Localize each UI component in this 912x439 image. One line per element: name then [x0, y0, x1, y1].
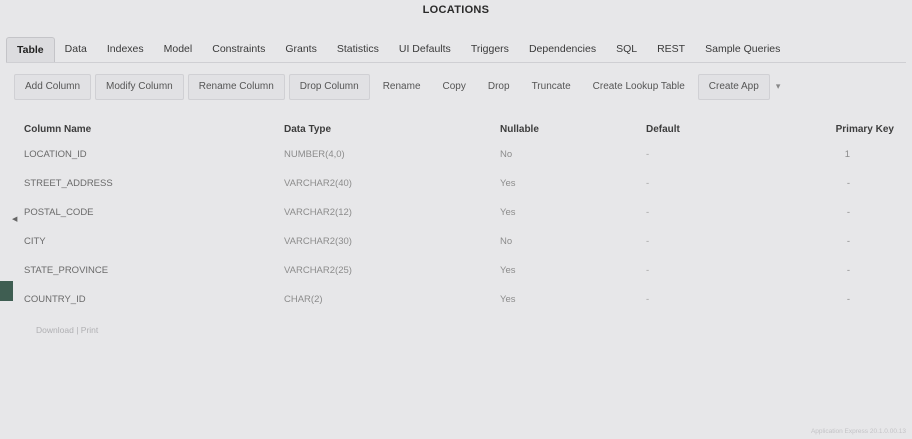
- side-marker: [0, 281, 13, 301]
- table-toolbar: Add Column Modify Column Rename Column D…: [14, 74, 780, 100]
- add-column-button[interactable]: Add Column: [14, 74, 92, 100]
- table-row[interactable]: CITY VARCHAR2(30) No - -: [18, 227, 900, 256]
- nullable-cell: No: [500, 236, 513, 247]
- primary-key-cell: -: [846, 178, 850, 189]
- copy-button[interactable]: Copy: [434, 74, 475, 100]
- modify-column-button[interactable]: Modify Column: [95, 74, 184, 100]
- default-cell: -: [646, 236, 650, 247]
- footer-links: Download | Print: [36, 325, 98, 335]
- tab-dependencies[interactable]: Dependencies: [519, 37, 606, 61]
- print-link[interactable]: Print: [81, 325, 98, 335]
- primary-key-header[interactable]: Primary Key: [780, 118, 900, 140]
- column-name-cell: STATE_PROVINCE: [24, 265, 109, 276]
- tab-table[interactable]: Table: [6, 36, 55, 62]
- data-type-cell: VARCHAR2(25): [284, 265, 352, 276]
- tab-data[interactable]: Data: [55, 37, 97, 61]
- data-type-cell: VARCHAR2(30): [284, 236, 352, 247]
- drop-button[interactable]: Drop: [479, 74, 519, 100]
- tab-indexes[interactable]: Indexes: [97, 37, 154, 61]
- nullable-header[interactable]: Nullable: [494, 118, 640, 140]
- nullable-cell: Yes: [500, 294, 516, 305]
- column-name-cell: CITY: [24, 236, 46, 247]
- table-row[interactable]: LOCATION_ID NUMBER(4,0) No - 1: [18, 140, 900, 169]
- data-type-cell: NUMBER(4,0): [284, 149, 345, 160]
- create-lookup-table-button[interactable]: Create Lookup Table: [584, 74, 694, 100]
- default-cell: -: [646, 207, 650, 218]
- column-name-cell: LOCATION_ID: [24, 149, 87, 160]
- tab-ui-defaults[interactable]: UI Defaults: [389, 37, 461, 61]
- tab-grants[interactable]: Grants: [275, 37, 327, 61]
- chevron-down-icon[interactable]: ▾: [774, 74, 781, 100]
- data-type-header[interactable]: Data Type: [278, 118, 494, 140]
- table-row[interactable]: COUNTRY_ID CHAR(2) Yes - -: [18, 285, 900, 314]
- column-name-cell: POSTAL_CODE: [24, 207, 94, 218]
- primary-key-cell: 1: [844, 149, 850, 160]
- column-name-header[interactable]: Column Name: [18, 118, 278, 140]
- tab-sample-queries[interactable]: Sample Queries: [695, 37, 790, 61]
- drop-column-button[interactable]: Drop Column: [288, 74, 370, 100]
- footer-separator: |: [76, 325, 79, 335]
- column-name-cell: STREET_ADDRESS: [24, 178, 113, 189]
- default-cell: -: [646, 178, 650, 189]
- default-cell: -: [646, 294, 650, 305]
- object-tabs: Table Data Indexes Model Constraints Gra…: [6, 36, 906, 63]
- data-type-cell: VARCHAR2(12): [284, 207, 352, 218]
- tab-constraints[interactable]: Constraints: [202, 37, 275, 61]
- tab-triggers[interactable]: Triggers: [461, 37, 519, 61]
- nullable-cell: Yes: [500, 207, 516, 218]
- columns-table: Column Name Data Type Nullable Default P…: [18, 118, 900, 314]
- page-title: LOCATIONS: [422, 4, 490, 16]
- table-row[interactable]: STATE_PROVINCE VARCHAR2(25) Yes - -: [18, 256, 900, 285]
- default-header[interactable]: Default: [640, 118, 780, 140]
- primary-key-cell: -: [846, 294, 850, 305]
- tab-statistics[interactable]: Statistics: [327, 37, 389, 61]
- row-pointer-icon: ◀: [12, 216, 18, 223]
- column-name-cell: COUNTRY_ID: [24, 294, 86, 305]
- primary-key-cell: -: [846, 236, 850, 247]
- tab-sql[interactable]: SQL: [606, 37, 647, 61]
- table-header-row: Column Name Data Type Nullable Default P…: [18, 118, 900, 140]
- table-row[interactable]: STREET_ADDRESS VARCHAR2(40) Yes - -: [18, 169, 900, 198]
- tab-model[interactable]: Model: [154, 37, 203, 61]
- copyright-text: Application Express 20.1.0.00.13: [810, 428, 906, 435]
- table-row[interactable]: POSTAL_CODE VARCHAR2(12) Yes - -: [18, 198, 900, 227]
- primary-key-cell: -: [846, 265, 850, 276]
- nullable-cell: No: [500, 149, 513, 160]
- download-link[interactable]: Download: [36, 325, 74, 335]
- primary-key-cell: -: [846, 207, 850, 218]
- tab-rest[interactable]: REST: [647, 37, 695, 61]
- data-type-cell: VARCHAR2(40): [284, 178, 352, 189]
- nullable-cell: Yes: [500, 265, 516, 276]
- rename-column-button[interactable]: Rename Column: [187, 74, 285, 100]
- create-app-button[interactable]: Create App: [697, 74, 770, 100]
- data-type-cell: CHAR(2): [284, 294, 323, 305]
- truncate-button[interactable]: Truncate: [523, 74, 580, 100]
- default-cell: -: [646, 265, 650, 276]
- default-cell: -: [646, 149, 650, 160]
- rename-button[interactable]: Rename: [374, 74, 430, 100]
- nullable-cell: Yes: [500, 178, 516, 189]
